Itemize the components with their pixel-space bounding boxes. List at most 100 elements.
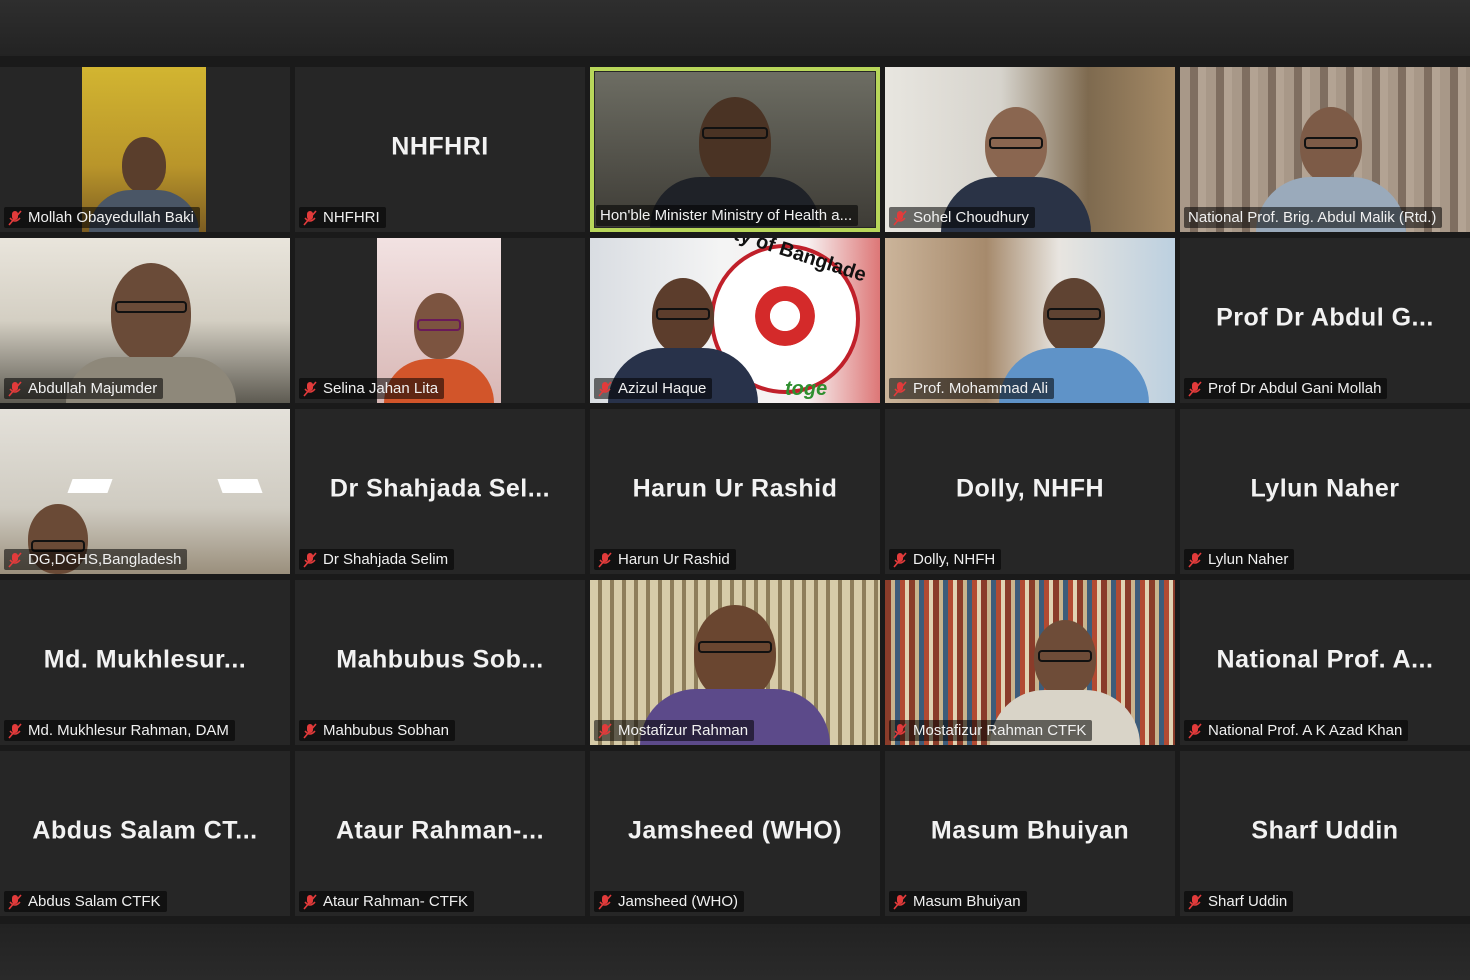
participant-name-label: National Prof. Brig. Abdul Malik (Rtd.)	[1184, 207, 1443, 228]
mic-muted-icon	[1188, 893, 1202, 910]
participant-name: Abdullah Majumder	[28, 380, 158, 397]
participant-tile[interactable]: Mostafizur Rahman	[590, 580, 880, 745]
participant-tile[interactable]: National Prof. Brig. Abdul Malik (Rtd.)	[1180, 67, 1470, 232]
mic-muted-icon	[893, 209, 907, 226]
participant-tile[interactable]: Sohel Choudhury	[885, 67, 1175, 232]
participant-name: Mostafizur Rahman CTFK	[913, 722, 1087, 739]
participant-name: Mollah Obayedullah Baki	[28, 209, 194, 226]
mic-muted-icon	[1188, 380, 1202, 397]
mic-muted-icon	[8, 209, 22, 226]
participant-name: Abdus Salam CTFK	[28, 893, 161, 910]
participant-name: Ataur Rahman- CTFK	[323, 893, 469, 910]
participant-display-name: Abdus Salam CT...	[32, 816, 258, 845]
participant-tile[interactable]: Masum Bhuiyan Masum Bhuiyan	[885, 751, 1175, 916]
participant-tile[interactable]: Lylun Naher Lylun Naher	[1180, 409, 1470, 574]
mic-muted-icon	[8, 380, 22, 397]
participant-name: Dr Shahjada Selim	[323, 551, 449, 568]
participant-name: National Prof. A K Azad Khan	[1208, 722, 1403, 739]
participant-display-name: Md. Mukhlesur...	[43, 645, 247, 674]
participant-display-name: Jamsheed (WHO)	[628, 816, 842, 845]
participant-name-label: Abdus Salam CTFK	[4, 891, 167, 912]
participant-name: Azizul Haque	[618, 380, 707, 397]
participant-display-name: Dr Shahjada Sel...	[329, 474, 551, 503]
participant-tile[interactable]: NHFHRI NHFHRI	[295, 67, 585, 232]
participant-tile[interactable]: Mollah Obayedullah Baki	[0, 67, 290, 232]
participant-tile[interactable]: Mahbubus Sob... Mahbubus Sobhan	[295, 580, 585, 745]
participant-name-label: Selina Jahan Lita	[299, 378, 445, 399]
participant-display-name: Lylun Naher	[1250, 474, 1400, 503]
participant-tile[interactable]: Abdus Salam CT... Abdus Salam CTFK	[0, 751, 290, 916]
mic-muted-icon	[8, 893, 22, 910]
participant-tile[interactable]: Ataur Rahman-... Ataur Rahman- CTFK	[295, 751, 585, 916]
participant-tile[interactable]: DG,DGHS,Bangladesh	[0, 409, 290, 574]
meeting-bottom-bar	[0, 924, 1470, 980]
mic-muted-icon	[893, 380, 907, 397]
participant-display-name: Dolly, NHFH	[955, 474, 1105, 503]
organization-logo-emblem	[755, 286, 815, 346]
participant-name-label: National Prof. A K Azad Khan	[1184, 720, 1409, 741]
participant-name-label: Jamsheed (WHO)	[594, 891, 745, 912]
participant-name: National Prof. Brig. Abdul Malik (Rtd.)	[1188, 209, 1437, 226]
participant-name-label: Sharf Uddin	[1184, 891, 1294, 912]
participant-tile[interactable]: ety of Banglade toge Azizul Haque	[590, 238, 880, 403]
participant-name: Harun Ur Rashid	[618, 551, 730, 568]
participant-name: Prof Dr Abdul Gani Mollah	[1208, 380, 1382, 397]
participant-name-label: Mostafizur Rahman CTFK	[889, 720, 1093, 741]
mic-muted-icon	[598, 551, 612, 568]
participant-tile[interactable]: Md. Mukhlesur... Md. Mukhlesur Rahman, D…	[0, 580, 290, 745]
participant-name-label: Hon'ble Minister Ministry of Health a...	[596, 205, 859, 226]
mic-muted-icon	[303, 209, 317, 226]
mic-muted-icon	[303, 893, 317, 910]
participant-name-label: Mahbubus Sobhan	[299, 720, 455, 741]
participant-name-label: DG,DGHS,Bangladesh	[4, 549, 188, 570]
participant-name-label: Lylun Naher	[1184, 549, 1295, 570]
participant-tile[interactable]: Harun Ur Rashid Harun Ur Rashid	[590, 409, 880, 574]
participant-tile[interactable]: Abdullah Majumder	[0, 238, 290, 403]
participant-name-label: NHFHRI	[299, 207, 386, 228]
mic-muted-icon	[893, 893, 907, 910]
participant-name: Mostafizur Rahman	[618, 722, 749, 739]
participant-name: Selina Jahan Lita	[323, 380, 439, 397]
participant-display-name: Masum Bhuiyan	[930, 816, 1130, 845]
participant-tile[interactable]: Mostafizur Rahman CTFK	[885, 580, 1175, 745]
participant-tile[interactable]: Selina Jahan Lita	[295, 238, 585, 403]
participant-display-name: Prof Dr Abdul G...	[1216, 303, 1434, 332]
participant-name-label: Masum Bhuiyan	[889, 891, 1027, 912]
participant-name: Sohel Choudhury	[913, 209, 1029, 226]
backdrop-text-2: toge	[785, 378, 828, 400]
participant-tile[interactable]: Jamsheed (WHO) Jamsheed (WHO)	[590, 751, 880, 916]
participant-name-label: Prof Dr Abdul Gani Mollah	[1184, 378, 1388, 399]
participant-tile[interactable]: Prof Dr Abdul G... Prof Dr Abdul Gani Mo…	[1180, 238, 1470, 403]
participant-name: Lylun Naher	[1208, 551, 1289, 568]
participant-name: Dolly, NHFH	[913, 551, 996, 568]
participant-name: Md. Mukhlesur Rahman, DAM	[28, 722, 229, 739]
participant-name-label: Mostafizur Rahman	[594, 720, 755, 741]
participant-tile[interactable]: Dolly, NHFH Dolly, NHFH	[885, 409, 1175, 574]
participant-name-label: Sohel Choudhury	[889, 207, 1035, 228]
mic-muted-icon	[893, 551, 907, 568]
participant-tile-active-speaker[interactable]: Hon'ble Minister Ministry of Health a...	[590, 67, 880, 232]
participant-tile[interactable]: Prof. Mohammad Ali	[885, 238, 1175, 403]
mic-muted-icon	[598, 380, 612, 397]
participant-tile[interactable]: National Prof. A... National Prof. A K A…	[1180, 580, 1470, 745]
mic-muted-icon	[303, 380, 317, 397]
participant-name: Mahbubus Sobhan	[323, 722, 449, 739]
mic-muted-icon	[893, 722, 907, 739]
participant-tile[interactable]: Sharf Uddin Sharf Uddin	[1180, 751, 1470, 916]
participant-tile[interactable]: Dr Shahjada Sel... Dr Shahjada Selim	[295, 409, 585, 574]
participant-name: DG,DGHS,Bangladesh	[28, 551, 182, 568]
participant-name: Sharf Uddin	[1208, 893, 1288, 910]
mic-muted-icon	[303, 551, 317, 568]
participant-name-label: Prof. Mohammad Ali	[889, 378, 1055, 399]
participant-name-label: Abdullah Majumder	[4, 378, 164, 399]
participant-display-name: Harun Ur Rashid	[632, 474, 838, 503]
participant-name-label: Harun Ur Rashid	[594, 549, 736, 570]
participant-name: Hon'ble Minister Ministry of Health a...	[600, 207, 853, 224]
mic-muted-icon	[1188, 551, 1202, 568]
participant-gallery: Mollah Obayedullah Baki NHFHRI NHFHRI Ho…	[0, 67, 1470, 923]
participant-name-label: Azizul Haque	[594, 378, 713, 399]
meeting-top-bar	[0, 0, 1470, 56]
participant-name: NHFHRI	[323, 209, 380, 226]
participant-video	[595, 72, 875, 227]
participant-name-label: Md. Mukhlesur Rahman, DAM	[4, 720, 235, 741]
